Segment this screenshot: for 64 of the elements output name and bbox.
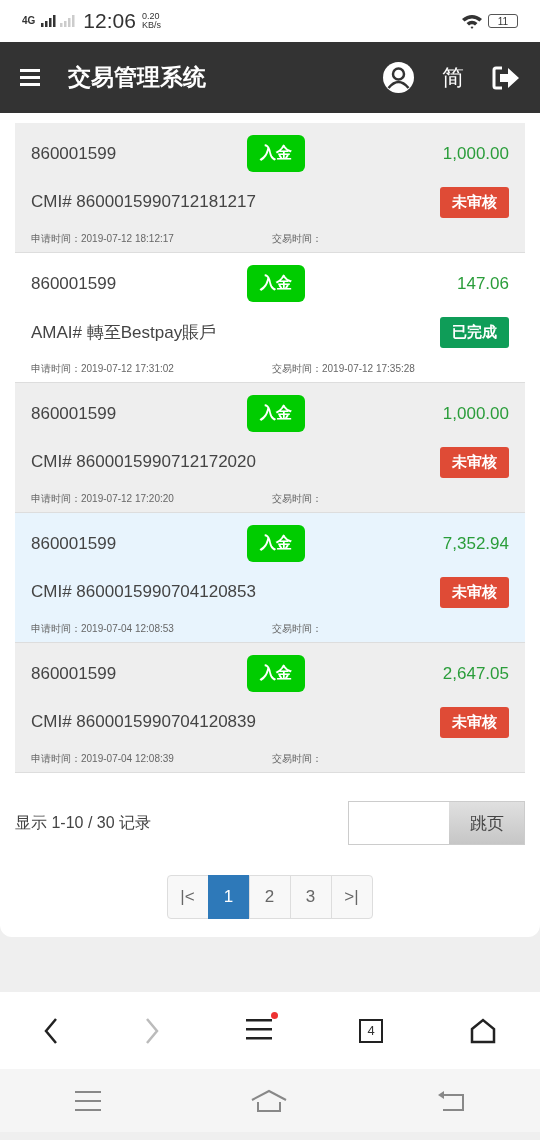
type-badge: 入金 <box>247 135 305 172</box>
amount: 7,352.94 <box>441 533 509 554</box>
account-number: 860001599 <box>31 533 118 554</box>
transaction-card[interactable]: 860001599 入金 7,352.94 CMI# 8600015990704120853 未审核 申请时间：2019-07-04 12:08:53 交易时间： <box>15 513 525 643</box>
trade-time: 交易时间：2019-07-12 17:35:28 <box>272 362 415 376</box>
network-type: 4G <box>22 16 36 26</box>
status-badge: 未审核 <box>440 186 509 218</box>
account-number: 860001599 <box>31 143 118 164</box>
notification-dot <box>270 1011 278 1019</box>
amount: 147.06 <box>456 273 509 294</box>
reference: AMAI# 轉至Bestpay賬戶 <box>31 321 218 344</box>
transaction-card[interactable]: 860001599 入金 1,000.00 CMI# 8600015990712172020 未审核 申请时间：2019-07-12 17:20:20 交易时间： <box>15 383 525 513</box>
reference: CMI# 8600015990704120839 <box>31 712 257 732</box>
home-icon[interactable] <box>470 1017 497 1044</box>
amount: 2,647.05 <box>441 663 509 684</box>
amount: 1,000.00 <box>441 403 509 424</box>
menu-icon[interactable] <box>20 69 40 86</box>
back-icon[interactable] <box>43 1017 58 1044</box>
page-button[interactable]: |< <box>166 875 209 919</box>
applied-time: 申请时间：2019-07-12 18:12:17 <box>31 232 175 246</box>
trade-time: 交易时间： <box>272 622 322 636</box>
status-badge: 未审核 <box>440 576 509 608</box>
battery-icon: 11 <box>488 14 518 28</box>
applied-time: 申请时间：2019-07-04 12:08:53 <box>31 622 175 636</box>
trade-time: 交易时间： <box>272 752 322 766</box>
status-badge: 未审核 <box>440 446 509 478</box>
trade-time: 交易时间： <box>272 232 322 246</box>
user-icon[interactable] <box>383 62 414 93</box>
status-badge: 未审核 <box>440 706 509 738</box>
reference: CMI# 8600015990712172020 <box>31 452 257 472</box>
reference: CMI# 8600015990712181217 <box>31 192 257 212</box>
wifi-icon <box>462 13 482 29</box>
tabs-button[interactable]: 4 <box>359 1018 384 1043</box>
transaction-card[interactable]: 860001599 入金 1,000.00 CMI# 8600015990712181217 未审核 申请时间：2019-07-12 18:12:17 交易时间： <box>15 123 525 253</box>
page-button[interactable]: 1 <box>207 875 250 919</box>
page-button[interactable]: 2 <box>248 875 291 919</box>
applied-time: 申请时间：2019-07-04 12:08:39 <box>31 752 175 766</box>
reference: CMI# 8600015990704120853 <box>31 582 257 602</box>
speed-unit: KB/s <box>141 21 161 30</box>
account-number: 860001599 <box>31 663 118 684</box>
menu-icon[interactable] <box>245 1017 272 1040</box>
signal-icon <box>41 15 78 27</box>
applied-time: 申请时间：2019-07-12 17:20:20 <box>31 492 175 506</box>
record-summary: 显示 1-10 / 30 记录 <box>15 812 152 833</box>
logout-icon[interactable] <box>492 65 520 90</box>
type-badge: 入金 <box>247 525 305 562</box>
trade-time: 交易时间： <box>272 492 322 506</box>
transaction-card[interactable]: 860001599 入金 2,647.05 CMI# 8600015990704120839 未审核 申请时间：2019-07-04 12:08:39 交易时间： <box>15 643 525 773</box>
type-badge: 入金 <box>247 395 305 432</box>
page-button[interactable]: >| <box>330 875 373 919</box>
applied-time: 申请时间：2019-07-12 17:31:02 <box>31 362 175 376</box>
account-number: 860001599 <box>31 403 118 424</box>
page-button[interactable]: 3 <box>289 875 332 919</box>
amount: 1,000.00 <box>441 143 509 164</box>
status-badge: 已完成 <box>440 316 509 348</box>
account-number: 860001599 <box>31 273 118 294</box>
page-jump-field[interactable]: 跳页 <box>348 801 525 845</box>
network-speed: 0.20 <box>141 12 161 21</box>
jump-button[interactable]: 跳页 <box>449 802 524 844</box>
clock: 12:06 <box>83 9 136 33</box>
type-badge: 入金 <box>247 265 305 302</box>
type-badge: 入金 <box>247 655 305 692</box>
app-title: 交易管理系统 <box>68 63 207 92</box>
language-toggle[interactable]: 简 <box>442 62 464 93</box>
